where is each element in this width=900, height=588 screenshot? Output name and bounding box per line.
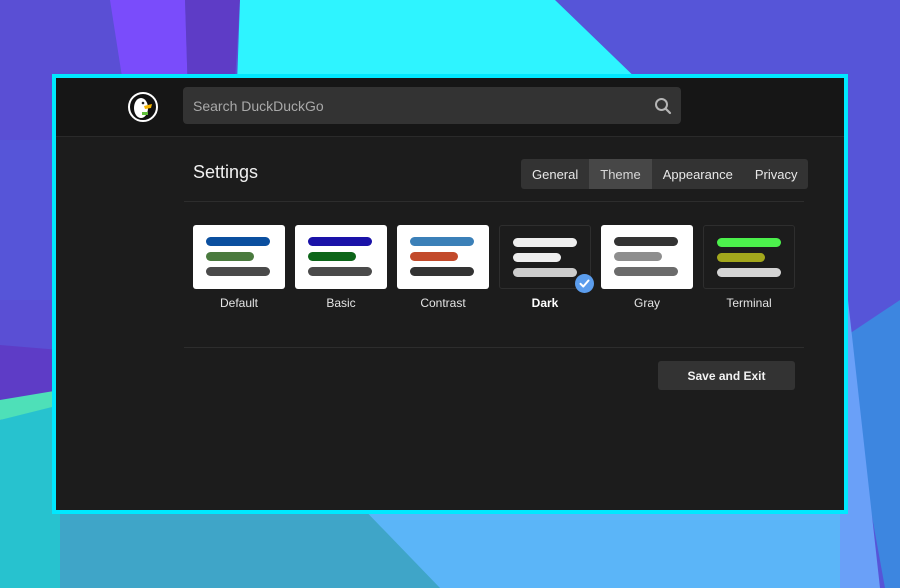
preview-bar [410, 267, 474, 276]
preview-bar [410, 237, 474, 246]
theme-option-contrast[interactable]: Contrast [397, 225, 489, 310]
divider [184, 201, 804, 202]
page-title: Settings [193, 162, 259, 182]
tab-general[interactable]: General [521, 159, 589, 189]
search-bar [183, 87, 681, 124]
search-button[interactable] [645, 87, 681, 124]
theme-label: Dark [531, 296, 559, 310]
search-icon [655, 97, 672, 114]
theme-options: Default Basic Contrast Dark Gray Termina… [193, 225, 795, 310]
preview-bar [717, 253, 765, 262]
theme-option-gray[interactable]: Gray [601, 225, 693, 310]
selected-check-icon [575, 274, 594, 293]
preview-bar [513, 253, 561, 262]
duckduckgo-logo-icon[interactable] [128, 92, 158, 122]
search-input[interactable] [183, 87, 645, 124]
settings-tabs: General Theme Appearance Privacy [521, 159, 809, 189]
theme-label: Default [219, 296, 259, 310]
theme-preview [397, 225, 489, 289]
theme-preview [601, 225, 693, 289]
browser-window: Settings General Theme Appearance Privac… [52, 74, 848, 514]
theme-label: Contrast [420, 296, 466, 310]
theme-preview [295, 225, 387, 289]
preview-bar [717, 238, 781, 247]
preview-bar [308, 267, 372, 276]
preview-bar [308, 237, 372, 246]
save-and-exit-button[interactable]: Save and Exit [658, 361, 795, 390]
preview-bar [614, 237, 678, 246]
theme-option-basic[interactable]: Basic [295, 225, 387, 310]
theme-option-terminal[interactable]: Terminal [703, 225, 795, 310]
theme-label: Terminal [726, 296, 772, 310]
theme-option-default[interactable]: Default [193, 225, 285, 310]
preview-bar [410, 252, 458, 261]
preview-bar [308, 252, 356, 261]
tab-appearance[interactable]: Appearance [652, 159, 744, 189]
divider [184, 347, 804, 348]
theme-option-dark[interactable]: Dark [499, 225, 594, 310]
preview-bar [614, 252, 662, 261]
theme-label: Gray [633, 296, 660, 310]
preview-bar [614, 267, 678, 276]
preview-bar [513, 268, 577, 277]
preview-bar [206, 237, 270, 246]
preview-bar [206, 252, 254, 261]
theme-label: Basic [326, 296, 356, 310]
preview-bar [206, 267, 270, 276]
preview-bar [717, 268, 781, 277]
header-bar [56, 78, 844, 137]
tab-privacy[interactable]: Privacy [744, 159, 809, 189]
preview-bar [513, 238, 577, 247]
theme-preview [703, 225, 795, 289]
theme-preview [193, 225, 285, 289]
tab-theme[interactable]: Theme [589, 159, 652, 189]
